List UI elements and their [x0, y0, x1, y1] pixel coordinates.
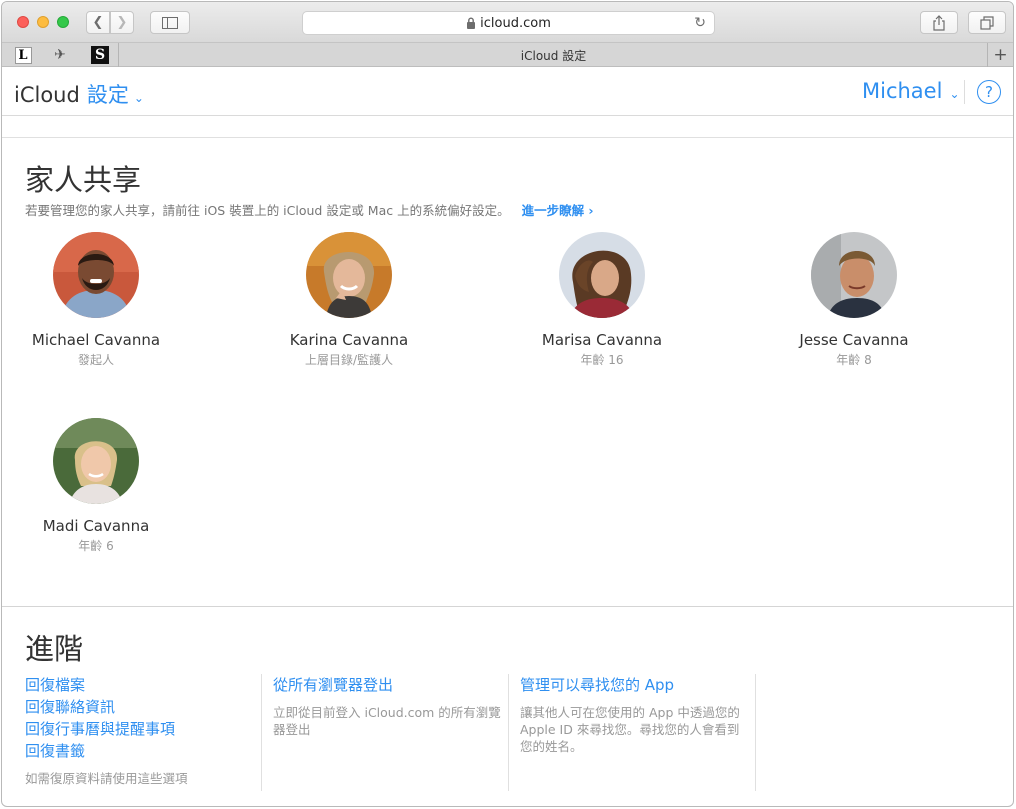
help-button[interactable]: ? [977, 80, 1001, 104]
share-button[interactable] [920, 11, 958, 34]
tabs-icon [980, 15, 994, 30]
chevron-down-icon: ⌄ [133, 91, 144, 105]
avatar [811, 232, 897, 318]
member-name: Karina Cavanna [289, 331, 409, 349]
favorite-l[interactable]: L [11, 45, 35, 65]
header-divider [964, 80, 965, 104]
tab-title: iCloud 設定 [520, 48, 587, 63]
brand-name: iCloud [14, 83, 80, 107]
section-name: 設定 [86, 83, 129, 107]
favorite-l-icon: L [14, 46, 32, 64]
sign-out-all-browsers-link[interactable]: 從所有瀏覽器登出 [273, 674, 501, 696]
close-window-button[interactable] [17, 16, 29, 28]
sign-out-note: 立即從目前登入 iCloud.com 的所有瀏覽器登出 [273, 705, 501, 737]
learn-more-link[interactable]: 進一步瞭解 › [522, 203, 594, 218]
member-name: Michael Cavanna [31, 331, 161, 349]
browser-toolbar: ❮ ❯ icloud.com ↻ [2, 2, 1013, 43]
sidebar-icon [162, 16, 178, 29]
manage-apps-link[interactable]: 管理可以尋找您的 App [520, 674, 748, 696]
zoom-window-button[interactable] [57, 16, 69, 28]
avatar [559, 232, 645, 318]
restore-bookmarks-link[interactable]: 回復書籤 [25, 740, 255, 762]
tab-overview-button[interactable] [968, 11, 1006, 34]
sign-out-column: 從所有瀏覽器登出 立即從目前登入 iCloud.com 的所有瀏覽器登出 [273, 674, 501, 738]
restore-contacts-link[interactable]: 回復聯絡資訊 [25, 696, 255, 718]
look-me-up-column: 管理可以尋找您的 App 讓其他人可在您使用的 App 中透過您的 Apple … [520, 674, 748, 755]
sidebar-toggle-button[interactable] [150, 11, 190, 34]
member-role: 發起人 [77, 353, 114, 367]
family-member[interactable]: Marisa Cavanna 年齡 16 [502, 232, 702, 368]
chevron-left-icon: ❮ [92, 15, 104, 30]
app-title-menu[interactable]: iCloud 設定 ⌄ [14, 79, 144, 109]
tab-bar: L ✈ S iCloud 設定 + [2, 43, 1013, 67]
member-role: 年齡 16 [580, 353, 624, 367]
lock-icon [467, 17, 476, 29]
member-role: 上層目錄/監護人 [304, 353, 394, 367]
avatar [306, 232, 392, 318]
favorite-airplane[interactable]: ✈ [48, 45, 72, 65]
column-divider [261, 674, 262, 791]
family-member[interactable]: Karina Cavanna 上層目錄/監護人 [249, 232, 449, 368]
back-button[interactable]: ❮ [86, 11, 110, 34]
new-tab-button[interactable]: + [987, 43, 1013, 67]
member-role: 年齡 8 [836, 353, 872, 367]
description-text: 若要管理您的家人共享，請前往 iOS 裝置上的 iCloud 設定或 Mac 上… [25, 203, 510, 218]
forward-button[interactable]: ❯ [110, 11, 134, 34]
share-icon [933, 14, 945, 31]
user-name: Michael [862, 79, 943, 103]
member-name: Madi Cavanna [42, 517, 150, 535]
column-divider [508, 674, 509, 791]
divider [2, 137, 1013, 138]
address-url: icloud.com [480, 15, 551, 31]
column-divider [755, 674, 756, 791]
tab-icloud-settings[interactable]: iCloud 設定 [119, 43, 988, 67]
restore-column: 回復檔案 回復聯絡資訊 回復行事曆與提醒事項 回復書籤 如需復原資料請使用這些選… [25, 674, 255, 787]
avatar [53, 418, 139, 504]
restore-calendars-link[interactable]: 回復行事曆與提醒事項 [25, 718, 255, 740]
reload-icon[interactable]: ↻ [694, 15, 706, 31]
address-bar[interactable]: icloud.com ↻ [302, 11, 715, 35]
chevron-down-icon: ⌄ [949, 87, 960, 101]
family-member[interactable]: Jesse Cavanna 年齡 8 [754, 232, 954, 368]
family-sharing-title: 家人共享 [25, 163, 142, 197]
minimize-window-button[interactable] [37, 16, 49, 28]
app-header: iCloud 設定 ⌄ Michael ⌄ ? [2, 68, 1013, 116]
plus-icon: + [993, 45, 1008, 65]
help-icon: ? [985, 83, 993, 101]
family-sharing-description: 若要管理您的家人共享，請前往 iOS 裝置上的 iCloud 設定或 Mac 上… [25, 200, 594, 219]
section-divider [2, 606, 1013, 607]
member-name: Marisa Cavanna [541, 331, 663, 349]
user-menu[interactable]: Michael ⌄ [862, 79, 960, 103]
advanced-title: 進階 [25, 632, 84, 666]
restore-files-link[interactable]: 回復檔案 [25, 674, 255, 696]
chevron-right-icon: ❯ [116, 15, 128, 30]
browser-window: ❮ ❯ icloud.com ↻ L ✈ S iCloud 設定 + iClou… [1, 1, 1014, 807]
avatar [53, 232, 139, 318]
airplane-icon: ✈ [54, 47, 66, 63]
member-role: 年齡 6 [78, 539, 114, 553]
favorite-s-icon: S [91, 46, 109, 64]
family-member[interactable]: Michael Cavanna 發起人 [2, 232, 196, 368]
family-member[interactable]: Madi Cavanna 年齡 6 [2, 418, 196, 554]
restore-note: 如需復原資料請使用這些選項 [25, 771, 188, 786]
member-name: Jesse Cavanna [799, 331, 909, 349]
manage-apps-note: 讓其他人可在您使用的 App 中透過您的 Apple ID 來尋找您。尋找您的人… [520, 705, 740, 754]
favorite-s[interactable]: S [88, 45, 112, 65]
